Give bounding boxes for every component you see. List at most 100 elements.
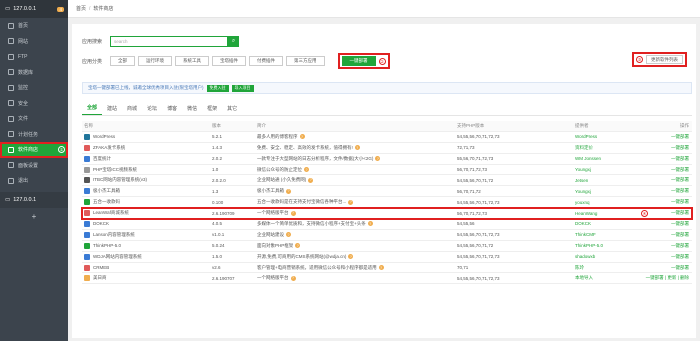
table-row: ThinkPHP-5.0 5.0.24 面向对象PHP框架 ? 54,55,56…: [82, 241, 692, 252]
add-host-button[interactable]: +: [0, 212, 68, 221]
deploy-button[interactable]: 一键部署: [645, 177, 692, 183]
sidebar-item[interactable]: 网站: [0, 34, 68, 50]
help-icon[interactable]: ?: [348, 199, 354, 205]
globe-icon: [8, 38, 14, 45]
help-icon[interactable]: ?: [308, 177, 314, 183]
app-version: 2.0.2.0: [212, 177, 226, 183]
help-icon[interactable]: ?: [375, 156, 381, 162]
app-icon: [84, 133, 90, 140]
sidebar-item-label: 软件商店: [18, 147, 39, 154]
help-icon[interactable]: ?: [354, 145, 360, 151]
tab[interactable]: 微信: [182, 105, 202, 115]
help-icon[interactable]: ?: [295, 243, 301, 249]
one-click-deploy-highlight: 一键部署 ②: [337, 53, 390, 69]
deploy-button[interactable]: 一键部署 | 更新 | 删除: [645, 275, 692, 281]
tab[interactable]: 建站: [102, 105, 122, 115]
sidebar-host[interactable]: ▭ 127.0.0.1 4: [0, 0, 68, 18]
app-version: 2.0.2: [212, 156, 223, 162]
update-list-button[interactable]: 更新软件列表: [646, 55, 683, 64]
category-row: 应用分类 全部 运行环境 系统工具 宝塔插件 付费插件 第三方应用 一键部署 ②: [82, 53, 390, 69]
app-provider[interactable]: Youngxj: [575, 189, 645, 194]
sidebar-host-2[interactable]: ▭ 127.0.0.1: [0, 191, 68, 208]
deploy-button[interactable]: 一键部署: [645, 254, 692, 260]
tab[interactable]: 博客: [162, 105, 182, 115]
app-provider[interactable]: WM Jonssen: [575, 156, 645, 161]
shield-icon: [8, 100, 14, 107]
help-icon[interactable]: ?: [290, 210, 296, 216]
app-desc: 一个网络版平台: [257, 275, 289, 281]
tab[interactable]: 全部: [82, 104, 103, 115]
main: 首页 / 软件商店 应用搜索 search ⌕ 应用分类 全部 运行环境 系统工具宝…: [68, 0, 700, 341]
deploy-button[interactable]: 一键部署: [645, 134, 692, 140]
help-icon[interactable]: ?: [290, 275, 296, 281]
sidebar-item[interactable]: 计划任务: [0, 127, 68, 143]
category-button[interactable]: 宝塔插件: [212, 56, 247, 66]
one-click-deploy-button[interactable]: 一键部署: [341, 56, 376, 66]
import-project-button[interactable]: 导入项目: [231, 84, 254, 92]
deploy-button[interactable]: 一键部署: [645, 156, 692, 162]
app-php: 54,55,56,70,71,72: [457, 177, 494, 183]
deploy-button[interactable]: 一键部署: [645, 221, 692, 227]
category-button[interactable]: 付费插件: [249, 56, 284, 66]
help-icon[interactable]: ?: [367, 221, 373, 227]
category-button[interactable]: 系统工具: [175, 56, 210, 66]
deploy-button[interactable]: 一键部署: [645, 265, 692, 271]
deploy-button[interactable]: 一键部署: [645, 167, 692, 173]
sidebar-item[interactable]: 安全: [0, 96, 68, 112]
tab[interactable]: 论坛: [142, 105, 162, 115]
app-provider[interactable]: youxnq: [575, 200, 645, 205]
app-name: 美日商: [93, 275, 107, 281]
deploy-button[interactable]: 一键部署: [645, 199, 692, 205]
breadcrumb-current: 软件商店: [93, 6, 114, 12]
help-icon[interactable]: ?: [378, 265, 384, 271]
sidebar-item[interactable]: FTP: [0, 49, 68, 65]
app-provider[interactable]: Jetsen: [575, 178, 645, 183]
help-icon[interactable]: ?: [304, 167, 309, 172]
category-button[interactable]: 第三方应用: [286, 56, 325, 66]
sidebar-item[interactable]: 监控: [0, 80, 68, 96]
tab[interactable]: 其它: [222, 105, 242, 115]
sidebar-item[interactable]: 软件商店 ①: [0, 142, 68, 158]
app-provider[interactable]: HeanWang: [575, 211, 645, 216]
category-button[interactable]: 全部: [110, 56, 136, 66]
deploy-button[interactable]: 一键部署: [645, 188, 692, 194]
sidebar-item[interactable]: 首页: [0, 18, 68, 34]
app-php: 54,55,56,70,71,72: [457, 243, 494, 249]
app-provider[interactable]: 本地导入: [575, 275, 645, 281]
sidebar-item[interactable]: 面板设置: [0, 158, 68, 174]
app-provider[interactable]: WordPress: [575, 134, 645, 139]
app-name-cell: WDJA网站内容管理系统: [82, 253, 212, 260]
table-header: 名称 版本 简介 支持PHP版本 提供者 操作: [82, 121, 692, 132]
tab[interactable]: 框架: [202, 105, 222, 115]
tab[interactable]: 商城: [122, 105, 142, 115]
app-provider[interactable]: ThinkCMF: [575, 232, 645, 237]
app-provider[interactable]: Youngxj: [575, 167, 645, 172]
app-provider[interactable]: shadowxb: [575, 254, 645, 259]
breadcrumb-home[interactable]: 首页: [76, 5, 86, 12]
search-input[interactable]: search: [110, 36, 229, 47]
category-button[interactable]: 运行环境: [138, 56, 173, 66]
app-php: 54,55,56,70,71,72,73: [457, 232, 500, 238]
app-provider[interactable]: 陈玲: [575, 265, 645, 271]
deploy-button[interactable]: 一键部署: [645, 145, 692, 151]
app-name-cell: 五合一收款码: [82, 199, 212, 206]
help-icon[interactable]: ?: [286, 188, 291, 194]
app-provider[interactable]: 资料定价: [575, 145, 645, 151]
help-icon[interactable]: ?: [348, 254, 354, 260]
sidebar-item[interactable]: 数据库: [0, 65, 68, 81]
app-version: v1.0.1: [212, 232, 225, 238]
help-icon[interactable]: ?: [286, 232, 291, 238]
deploy-button[interactable]: 一键部署: [645, 210, 692, 216]
app-version: 1.0: [212, 167, 219, 172]
deploy-button[interactable]: 一键部署: [645, 232, 692, 238]
help-icon[interactable]: ?: [299, 134, 305, 140]
free-join-button[interactable]: 免费入驻: [206, 84, 229, 92]
app-provider[interactable]: ThinkPHP-5.0: [575, 243, 645, 248]
app-version: 1.3: [212, 188, 219, 194]
sidebar-item-label: 面板设置: [18, 162, 39, 169]
sidebar-item[interactable]: 退出: [0, 173, 68, 189]
deploy-button[interactable]: 一键部署: [645, 243, 692, 249]
search-button[interactable]: ⌕: [228, 36, 240, 47]
sidebar-item[interactable]: 文件: [0, 111, 68, 127]
app-provider[interactable]: DOKCK: [575, 221, 645, 226]
